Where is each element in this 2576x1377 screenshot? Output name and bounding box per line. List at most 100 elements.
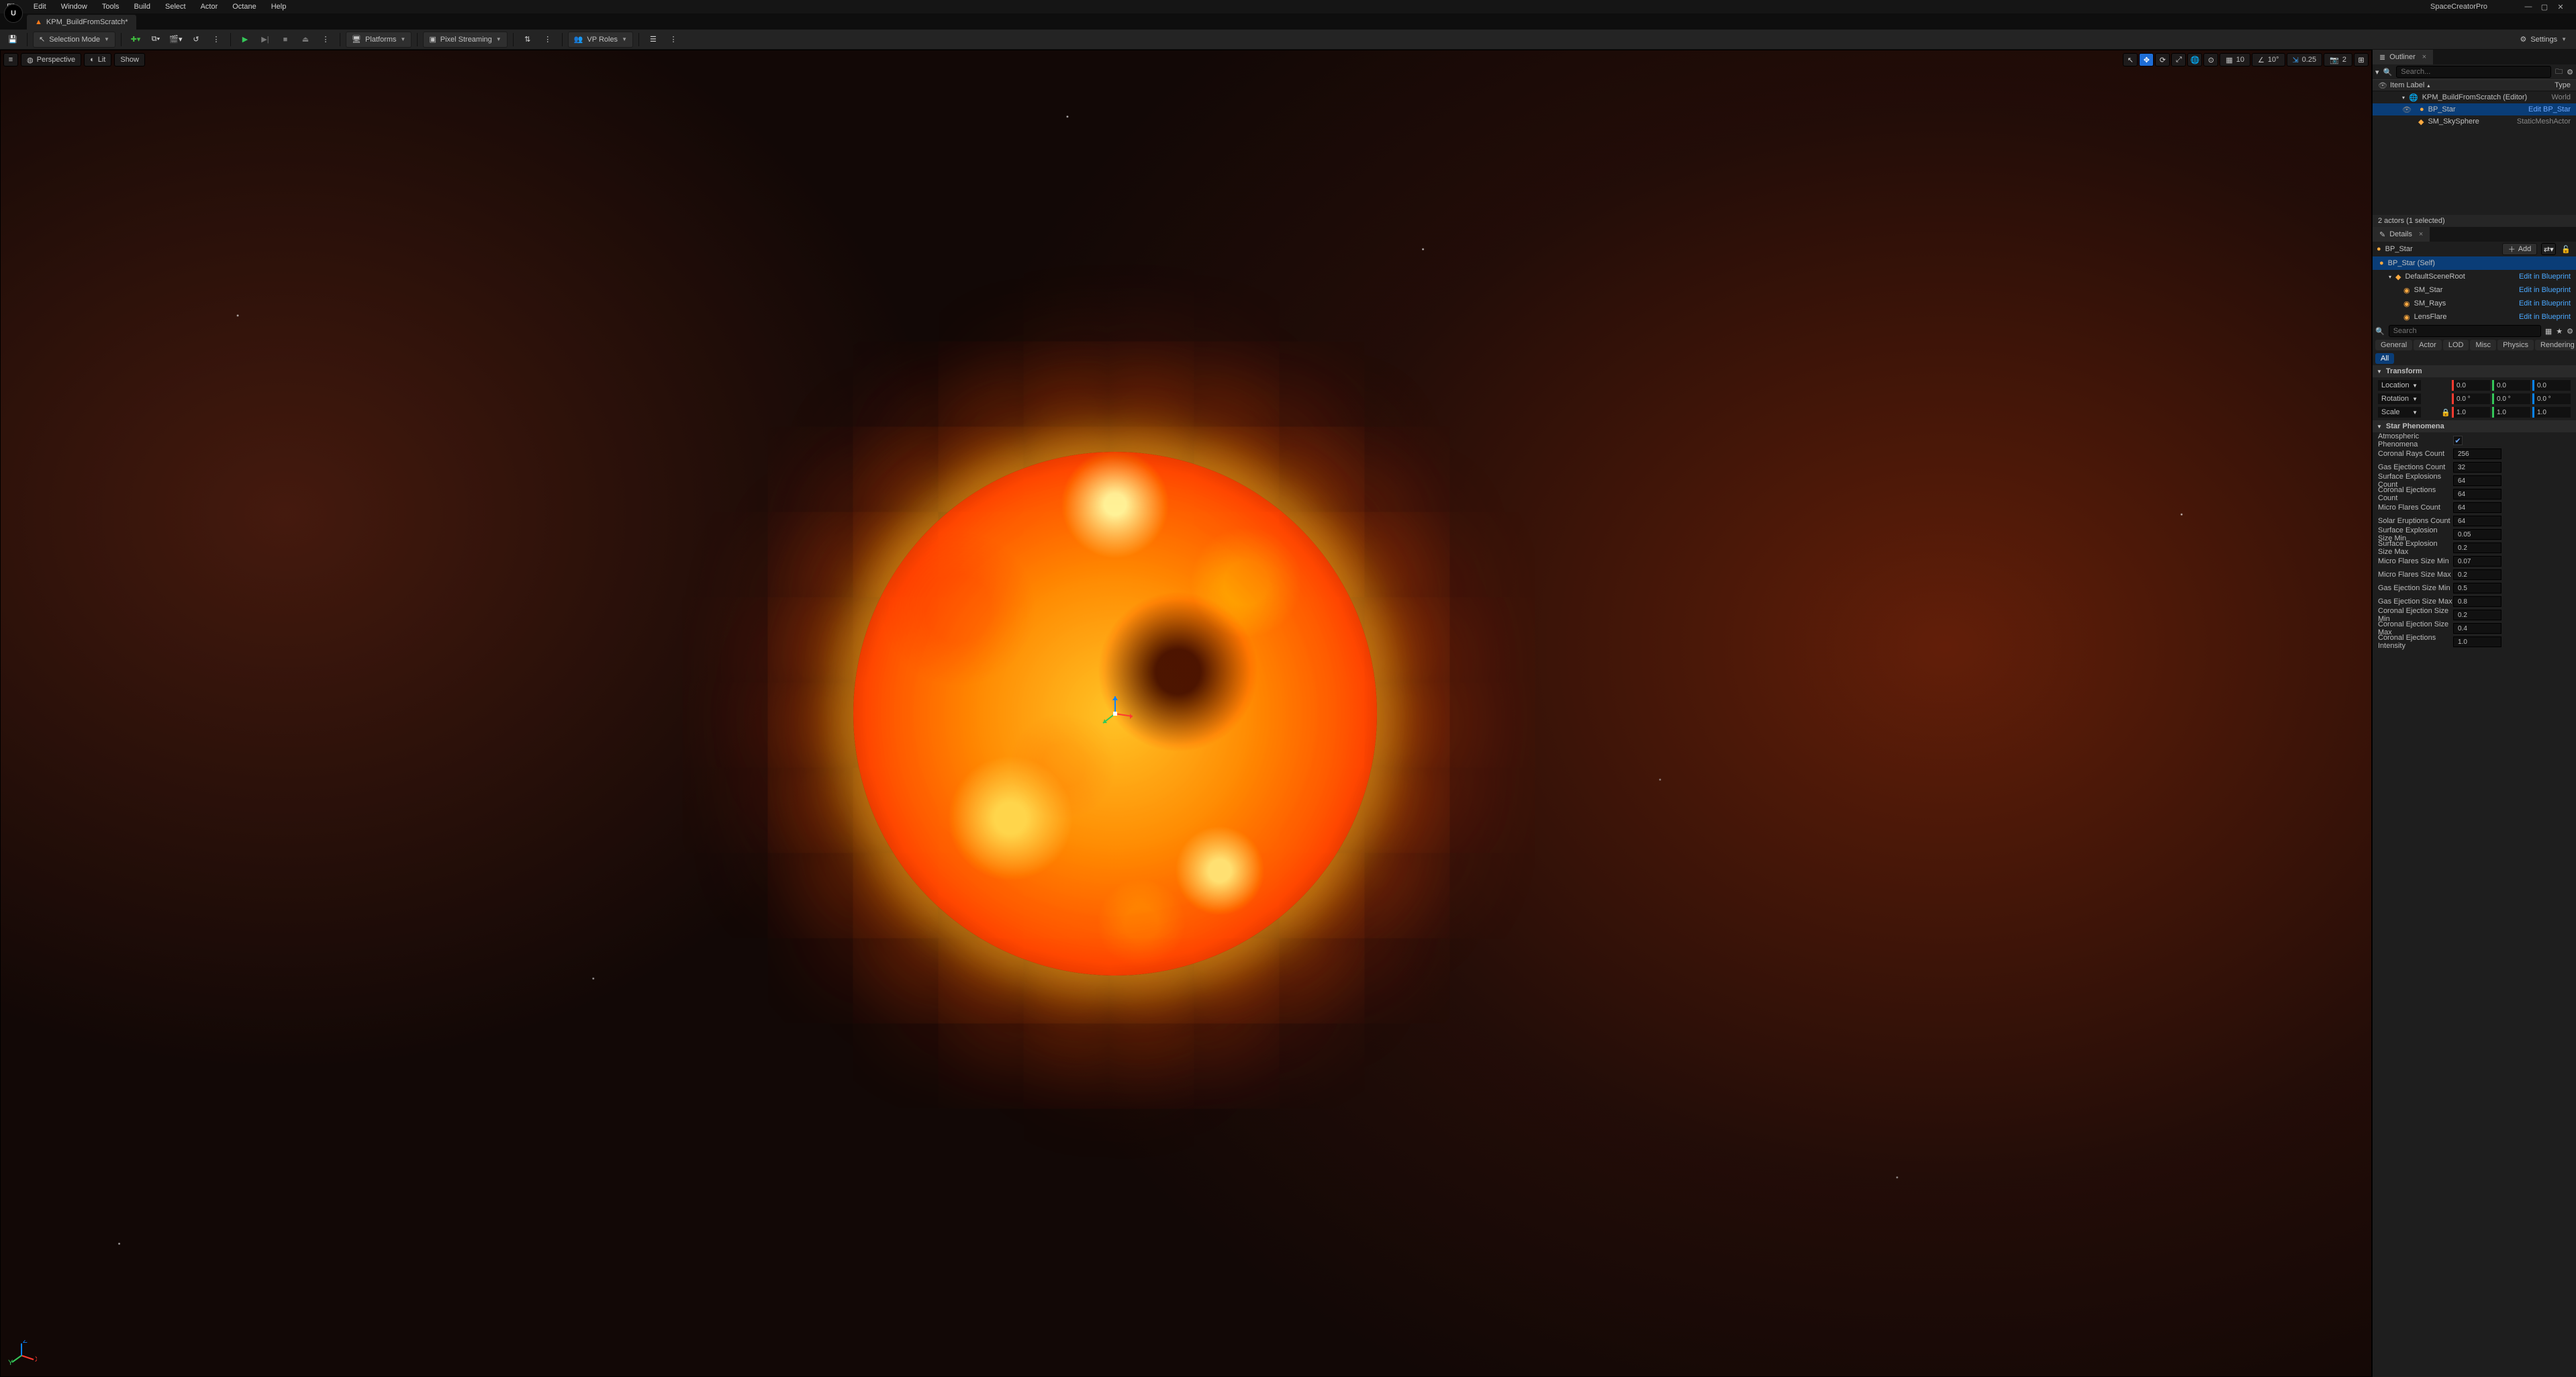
gear-icon[interactable]: ⚙ <box>2567 327 2573 336</box>
scale-y-field[interactable]: 1.0 <box>2492 407 2530 418</box>
outliner-row[interactable]: ◆SM_SkySphereStaticMeshActor <box>2373 115 2576 128</box>
selection-mode-button[interactable]: ↖ Selection Mode ▼ <box>33 32 115 48</box>
level-tab[interactable]: ▲ KPM_BuildFromScratch* <box>27 15 136 30</box>
save-button[interactable]: 💾 <box>4 32 21 48</box>
ue-logo-icon[interactable]: U <box>4 4 23 23</box>
location-x-field[interactable]: 0.0 <box>2452 380 2490 391</box>
rotation-x-field[interactable]: 0.0 ° <box>2452 393 2490 404</box>
maximize-icon[interactable]: ▢ <box>2540 3 2549 11</box>
category-rendering[interactable]: Rendering <box>2535 340 2576 350</box>
rotation-y-field[interactable]: 0.0 ° <box>2492 393 2530 404</box>
component-row[interactable]: ◉SM_StarEdit in Blueprint <box>2373 283 2576 297</box>
prop-value-field[interactable]: 0.07 <box>2453 556 2501 567</box>
component-row[interactable]: ●BP_Star (Self) <box>2373 256 2576 270</box>
marketplace-button[interactable]: ⧉▾ <box>147 32 164 48</box>
vp-roles-button[interactable]: 👥 VP Roles ▼ <box>568 32 633 48</box>
location-z-field[interactable]: 0.0 <box>2532 380 2571 391</box>
rotation-dropdown[interactable]: Rotation▼ <box>2378 393 2421 404</box>
play-options-button[interactable]: ⋮ <box>317 32 334 48</box>
add-component-button[interactable]: ＋Add <box>2502 243 2538 255</box>
viewport-options-button[interactable]: ≡ <box>3 53 18 66</box>
stop-button[interactable]: ■ <box>277 32 294 48</box>
outliner-row-type[interactable]: Edit BP_Star <box>2528 105 2576 113</box>
location-y-field[interactable]: 0.0 <box>2492 380 2530 391</box>
extra1-button[interactable]: ☰ <box>645 32 662 48</box>
trace-menu-button[interactable]: ⋮ <box>539 32 557 48</box>
next-button[interactable]: ⋮ <box>207 32 225 48</box>
star-icon[interactable]: ★ <box>2556 327 2563 336</box>
filter-icon[interactable]: ▾ <box>2375 68 2379 77</box>
add-content-button[interactable]: ✚▾ <box>127 32 144 48</box>
grid-snap-button[interactable]: ▦ 10 <box>2220 53 2250 66</box>
category-physics[interactable]: Physics <box>2497 340 2534 350</box>
perspective-button[interactable]: ◍ Perspective <box>21 53 81 66</box>
prop-value-field[interactable]: 1.0 <box>2453 636 2501 647</box>
extra2-button[interactable]: ⋮ <box>665 32 682 48</box>
menu-build[interactable]: Build <box>132 1 153 12</box>
prop-value-field[interactable]: 64 <box>2453 475 2501 486</box>
menu-edit[interactable]: Edit <box>31 1 49 12</box>
category-lod[interactable]: LOD <box>2443 340 2469 350</box>
edit-in-blueprint-link[interactable]: Edit in Blueprint <box>2519 273 2576 281</box>
outliner-row[interactable]: 👁●BP_StarEdit BP_Star <box>2373 103 2576 115</box>
component-view-button[interactable]: ⇄▾ <box>2541 243 2556 255</box>
menu-octane[interactable]: Octane <box>230 1 258 12</box>
scale-dropdown[interactable]: Scale▼ <box>2378 407 2421 418</box>
grid-icon[interactable]: ▦ <box>2545 327 2552 336</box>
prop-value-field[interactable]: 256 <box>2453 448 2501 459</box>
translate-tool-button[interactable]: ✥ <box>2139 53 2154 66</box>
coord-space-button[interactable]: 🌐 <box>2187 53 2202 66</box>
menu-actor[interactable]: Actor <box>198 1 221 12</box>
scale-x-field[interactable]: 1.0 <box>2452 407 2490 418</box>
component-row[interactable]: ▾◆DefaultSceneRootEdit in Blueprint <box>2373 270 2576 283</box>
gear-icon[interactable]: ⚙ <box>2567 68 2573 77</box>
prop-value-field[interactable]: 0.05 <box>2453 529 2501 540</box>
prop-value-field[interactable]: 0.4 <box>2453 623 2501 634</box>
menu-tools[interactable]: Tools <box>99 1 122 12</box>
camera-speed-button[interactable]: 📷 2 <box>2324 53 2352 66</box>
category-misc[interactable]: Misc <box>2470 340 2496 350</box>
atmospheric-checkbox[interactable]: ✔ <box>2453 436 2463 445</box>
surface-snap-button[interactable]: ⊙ <box>2203 53 2218 66</box>
rotation-z-field[interactable]: 0.0 ° <box>2532 393 2571 404</box>
section-star-phenomena[interactable]: ▼ Star Phenomena <box>2373 420 2576 432</box>
viewport[interactable]: ≡ ◍ Perspective ◐ Lit Show ↖ ✥ ⟳ ⤢ 🌐 ⊙ ▦… <box>0 50 2372 1377</box>
menu-select[interactable]: Select <box>162 1 189 12</box>
edit-in-blueprint-link[interactable]: Edit in Blueprint <box>2519 313 2576 321</box>
menu-help[interactable]: Help <box>269 1 289 12</box>
rotate-tool-button[interactable]: ⟳ <box>2155 53 2170 66</box>
minimize-icon[interactable]: — <box>2524 3 2533 11</box>
close-icon[interactable]: × <box>2419 230 2423 238</box>
prop-value-field[interactable]: 64 <box>2453 516 2501 526</box>
prop-value-field[interactable]: 0.2 <box>2453 569 2501 580</box>
lock-icon[interactable]: 🔓 <box>2561 245 2571 254</box>
maximize-viewport-button[interactable]: ⊞ <box>2354 53 2369 66</box>
category-all[interactable]: All <box>2375 353 2394 364</box>
details-search-input[interactable] <box>2389 325 2541 337</box>
scale-tool-button[interactable]: ⤢ <box>2171 53 2186 66</box>
section-transform[interactable]: ▼ Transform <box>2373 365 2576 377</box>
eye-icon[interactable]: 👁 <box>2402 105 2412 114</box>
folder-add-icon[interactable]: 🗀 <box>2555 66 2563 79</box>
settings-button[interactable]: ⚙ Settings ▼ <box>2514 32 2572 48</box>
angle-snap-button[interactable]: ∠ 10° <box>2252 53 2285 66</box>
location-dropdown[interactable]: Location▼ <box>2378 380 2421 391</box>
cinematics-button[interactable]: 🎬▾ <box>167 32 185 48</box>
prop-value-field[interactable]: 32 <box>2453 462 2501 473</box>
close-icon[interactable]: × <box>2422 53 2426 61</box>
outliner-tab[interactable]: ≣ Outliner × <box>2373 50 2433 64</box>
prop-value-field[interactable]: 0.2 <box>2453 610 2501 620</box>
play-button[interactable]: ▶ <box>236 32 254 48</box>
trace-button[interactable]: ⇅ <box>519 32 536 48</box>
prop-value-field[interactable]: 64 <box>2453 502 2501 513</box>
menu-window[interactable]: Window <box>58 1 90 12</box>
close-icon[interactable]: ✕ <box>2556 3 2565 11</box>
edit-in-blueprint-link[interactable]: Edit in Blueprint <box>2519 299 2576 307</box>
eject-button[interactable]: ⏏ <box>297 32 314 48</box>
pixel-streaming-button[interactable]: ▣ Pixel Streaming ▼ <box>423 32 507 48</box>
category-actor[interactable]: Actor <box>2414 340 2442 350</box>
edit-in-blueprint-link[interactable]: Edit in Blueprint <box>2519 286 2576 294</box>
platforms-button[interactable]: 🖥 Platforms ▼ <box>346 32 412 48</box>
prop-value-field[interactable]: 0.2 <box>2453 542 2501 553</box>
scale-snap-button[interactable]: ⇲ 0.25 <box>2287 53 2323 66</box>
